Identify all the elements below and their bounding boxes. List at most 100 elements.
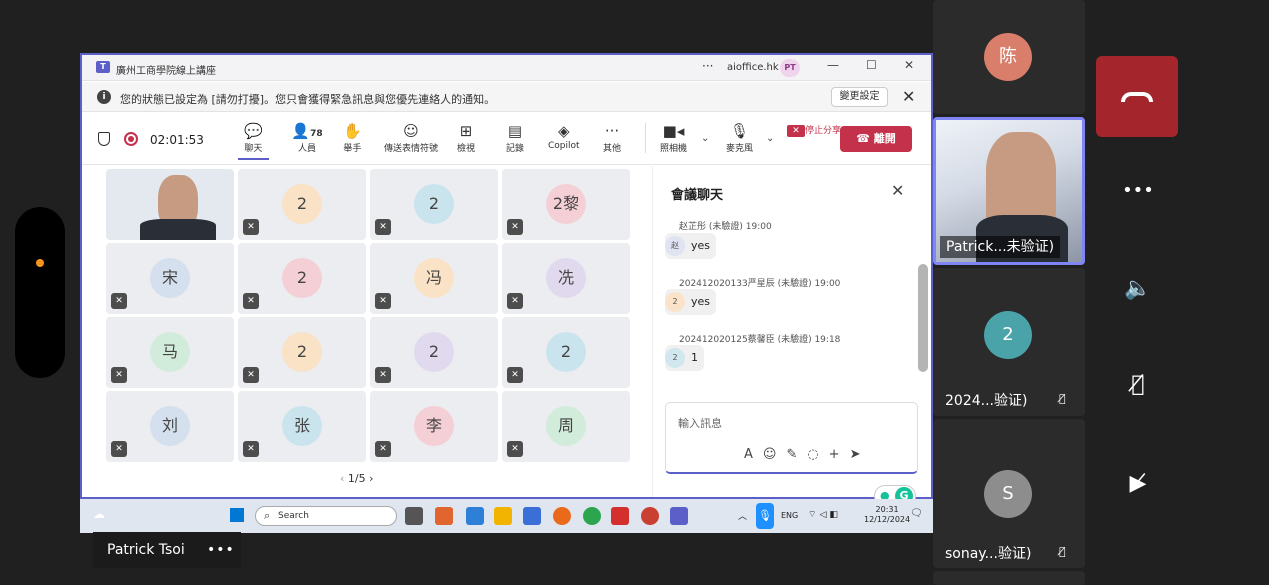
copilot-button[interactable]: ◈ Copilot	[548, 121, 580, 151]
mic-icon[interactable]: 🎙	[756, 503, 774, 529]
avatar: 2	[414, 184, 454, 224]
close-chat-icon[interactable]: ✕	[891, 181, 904, 200]
mic-off-icon[interactable]: 🎙̸	[1118, 372, 1158, 397]
minimize-button[interactable]: —	[827, 58, 839, 72]
avatar: 马	[150, 332, 190, 372]
participant-video-tile[interactable]	[106, 169, 234, 240]
view-button[interactable]: ⊞ 檢視	[457, 121, 475, 154]
raise-hand-button[interactable]: ✋ 舉手	[343, 121, 362, 154]
more-button[interactable]: •••	[1118, 180, 1158, 201]
phone-icon: ☎	[856, 132, 874, 145]
maximize-button[interactable]: ☐	[866, 58, 877, 72]
person-figure	[986, 132, 1056, 228]
pagination: ‹ 1/5 ›	[340, 472, 374, 485]
participant-tile[interactable]: 2 ✕	[238, 317, 366, 388]
teams-icon[interactable]	[670, 507, 688, 525]
system-tray-icons[interactable]: ⌔◁◧	[808, 509, 841, 520]
participant-tile[interactable]: 陈	[933, 0, 1085, 114]
next-page-icon[interactable]: ›	[369, 472, 373, 485]
notification-icon[interactable]: 🗨	[910, 508, 923, 519]
taskbar-search[interactable]: Search	[255, 506, 397, 526]
participant-tile-speaking[interactable]: Patrick...未验证)	[933, 117, 1085, 265]
avatar: 2	[282, 258, 322, 298]
window-close-button[interactable]: ✕	[904, 58, 914, 72]
camera-button[interactable]: ■◂ 照相機	[660, 121, 687, 154]
chevron-up-icon[interactable]: ︿	[738, 509, 747, 522]
camera-options-chevron-icon[interactable]: ⌄	[701, 133, 709, 144]
speaker-icon[interactable]: 🔈	[1118, 276, 1158, 301]
more-button[interactable]: ··· 其他	[603, 121, 621, 154]
participant-tile[interactable]: 2 ✕	[370, 317, 498, 388]
presenter-name-bar: Patrick Tsoi •••	[93, 532, 241, 568]
language-indicator[interactable]: ENG	[781, 511, 798, 520]
participant-tile[interactable]: 冼 ✕	[502, 243, 630, 314]
participant-tile[interactable]: 2黎 ✕	[502, 169, 630, 240]
app-icon[interactable]	[466, 507, 484, 525]
stop-share-button[interactable]: ✕ 停止分享	[787, 121, 841, 141]
avatar: 冯	[414, 258, 454, 298]
participant-tile[interactable]: 2 ✕	[238, 169, 366, 240]
chat-button[interactable]: 💬 聊天	[238, 121, 269, 160]
participant-tile[interactable]: 冯 ✕	[370, 243, 498, 314]
mic-off-icon: ✕	[243, 441, 259, 457]
participant-grid: 2 ✕ 2 ✕ 2黎 ✕ 宋 ✕ 2 ✕ 冯 ✕ 冼 ✕ 马 ✕ 2 ✕ 2 ✕ 2 ✕ 刘 ✕ 张 ✕ 李 ✕ 周 ✕ ‹ 1/5 ›	[82, 166, 652, 497]
mic-options-chevron-icon[interactable]: ⌄	[766, 133, 774, 144]
change-settings-button[interactable]: 變更設定	[831, 87, 888, 107]
participant-tile[interactable]: 2 2024...验证) 🎙̸	[933, 268, 1085, 416]
more-icon: ···	[604, 122, 620, 140]
compose-tools[interactable]: A☺✎◌+➤	[744, 447, 870, 462]
participant-tile[interactable]: 2 ✕	[370, 169, 498, 240]
app-icon[interactable]	[523, 507, 541, 525]
meeting-toolbar: 02:01:53 💬 聊天 👤78 人員 ✋ 舉手 ☺ 傳送表情符號 ⊞ 檢視 ▤ 記錄 ◈…	[82, 113, 931, 165]
leave-button[interactable]: ☎ 離開	[840, 126, 912, 152]
copilot-app-icon[interactable]	[435, 507, 453, 525]
file-explorer-icon[interactable]	[494, 507, 512, 525]
people-button[interactable]: 👤78 人員	[287, 121, 327, 154]
participant-tile[interactable]: 2 ✕	[502, 317, 630, 388]
powerpoint-icon[interactable]	[641, 507, 659, 525]
notice-text: 您的狀態已設定為 [請勿打擾]。您只會獲得緊急訊息與您優先連絡人的通知。	[120, 93, 496, 106]
task-view-icon[interactable]	[405, 507, 423, 525]
message-meta: 赵芷彤 (未驗證) 19:00	[679, 222, 772, 232]
participant-tile[interactable]	[933, 571, 1085, 585]
avatar: 李	[414, 406, 454, 446]
participant-tile[interactable]: 周 ✕	[502, 391, 630, 462]
start-icon[interactable]	[230, 508, 244, 522]
more-options-button[interactable]: ···	[702, 59, 713, 73]
people-icon: 👤78	[291, 122, 323, 140]
chat-scrollbar[interactable]	[918, 264, 928, 372]
mic-button[interactable]: 🎙 麥克風	[726, 121, 753, 154]
notes-icon: ▤	[507, 122, 523, 140]
notes-button[interactable]: ▤ 記錄	[506, 121, 524, 154]
mic-off-icon: ✕	[375, 441, 391, 457]
more-options-icon[interactable]: •••	[207, 532, 235, 568]
hang-up-button[interactable]	[1096, 56, 1178, 137]
participant-tile[interactable]: 2 ✕	[238, 243, 366, 314]
acrobat-icon[interactable]	[611, 507, 629, 525]
side-pill[interactable]	[15, 207, 65, 378]
firefox-icon[interactable]	[553, 507, 571, 525]
chrome-icon[interactable]	[583, 507, 601, 525]
info-icon: i	[97, 90, 111, 104]
avatar: 宋	[150, 258, 190, 298]
weather-icon[interactable]: ☁	[93, 507, 105, 521]
presenter-name: Patrick Tsoi	[107, 542, 185, 558]
message-meta: 202412020125蔡馨臣 (未驗證) 19:18	[679, 335, 841, 345]
taskbar: ☁ Search ︿ 🎙 ENG ⌔◁◧ 20:3112/12/2024 🗨	[80, 499, 933, 533]
mic-off-icon: ✕	[507, 293, 523, 309]
participant-tile[interactable]: 李 ✕	[370, 391, 498, 462]
close-notice-icon[interactable]: ✕	[902, 87, 915, 106]
participant-tile[interactable]: 张 ✕	[238, 391, 366, 462]
participant-tile[interactable]: 宋 ✕	[106, 243, 234, 314]
page-indicator: 1/5	[347, 472, 366, 485]
message-input[interactable]: 輸入訊息 A☺✎◌+➤	[665, 402, 918, 474]
shield-icon[interactable]	[98, 132, 110, 146]
camera-off-icon[interactable]: ▶̸	[1118, 471, 1158, 496]
participant-tile[interactable]: 刘 ✕	[106, 391, 234, 462]
participant-tile[interactable]: S sonay...验证) 🎙̸	[933, 419, 1085, 568]
reactions-button[interactable]: ☺ 傳送表情符號	[381, 121, 441, 154]
participant-tile[interactable]: 马 ✕	[106, 317, 234, 388]
avatar[interactable]: PT	[780, 59, 800, 77]
prev-page-icon[interactable]: ‹	[340, 472, 348, 485]
clock[interactable]: 20:31 12/12/2024	[864, 505, 910, 525]
